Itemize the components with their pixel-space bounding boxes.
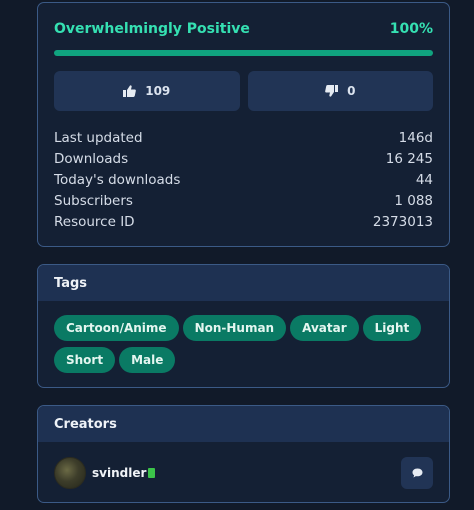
stat-row: Resource ID 2373013 [54,212,433,233]
tag-chip[interactable]: Short [54,347,116,373]
tag-chip[interactable]: Non-Human [182,315,287,341]
thumbs-up-icon [123,85,137,97]
stat-value: 2373013 [372,214,433,230]
creators-card: Creators svindler [37,405,450,503]
vote-buttons: 109 0 [54,71,433,111]
tag-chip[interactable]: Avatar [290,315,359,341]
creator-name-link[interactable]: svindler [92,466,156,480]
stat-value: 44 [415,172,433,188]
stat-row: Subscribers 1 088 [54,191,433,212]
stat-label: Downloads [54,151,129,167]
stat-row: Downloads 16 245 [54,149,433,170]
tag-chip[interactable]: Cartoon/Anime [54,315,179,341]
tag-chip[interactable]: Male [119,347,176,373]
stat-row: Today's downloads 44 [54,170,433,191]
avatar[interactable] [54,457,86,489]
stat-label: Last updated [54,130,143,146]
tags-card: Tags Cartoon/Anime Non-Human Avatar Ligh… [37,264,450,388]
rating-card: Overwhelmingly Positive 100% 109 0 Last … [37,2,450,247]
stat-row: Last updated 146d [54,128,433,149]
thumbs-down-icon [325,85,339,97]
green-badge-icon [148,468,156,478]
tag-list: Cartoon/Anime Non-Human Avatar Light Sho… [38,301,449,373]
creators-title: Creators [38,406,449,442]
downvote-button[interactable]: 0 [247,71,433,111]
stat-label: Today's downloads [54,172,181,188]
rating-header: Overwhelmingly Positive 100% [54,21,433,37]
upvote-count: 109 [145,84,171,98]
creator-name: svindler [92,466,147,480]
rating-percent: 100% [389,21,433,37]
creator-row: svindler [54,456,433,490]
upvote-button[interactable]: 109 [54,71,240,111]
stat-label: Subscribers [54,193,133,209]
message-creator-button[interactable] [401,457,433,489]
stat-value: 1 088 [394,193,433,209]
rating-progress-bar [54,50,433,56]
stats-list: Last updated 146d Downloads 16 245 Today… [54,128,433,233]
rating-progress-fill [54,50,433,56]
downvote-count: 0 [347,84,356,98]
stat-value: 16 245 [385,151,433,167]
rating-label: Overwhelmingly Positive [54,21,250,37]
stat-value: 146d [398,130,433,146]
chat-bubble-icon [412,468,423,478]
tags-title: Tags [38,265,449,301]
stat-label: Resource ID [54,214,135,230]
tag-chip[interactable]: Light [362,315,422,341]
